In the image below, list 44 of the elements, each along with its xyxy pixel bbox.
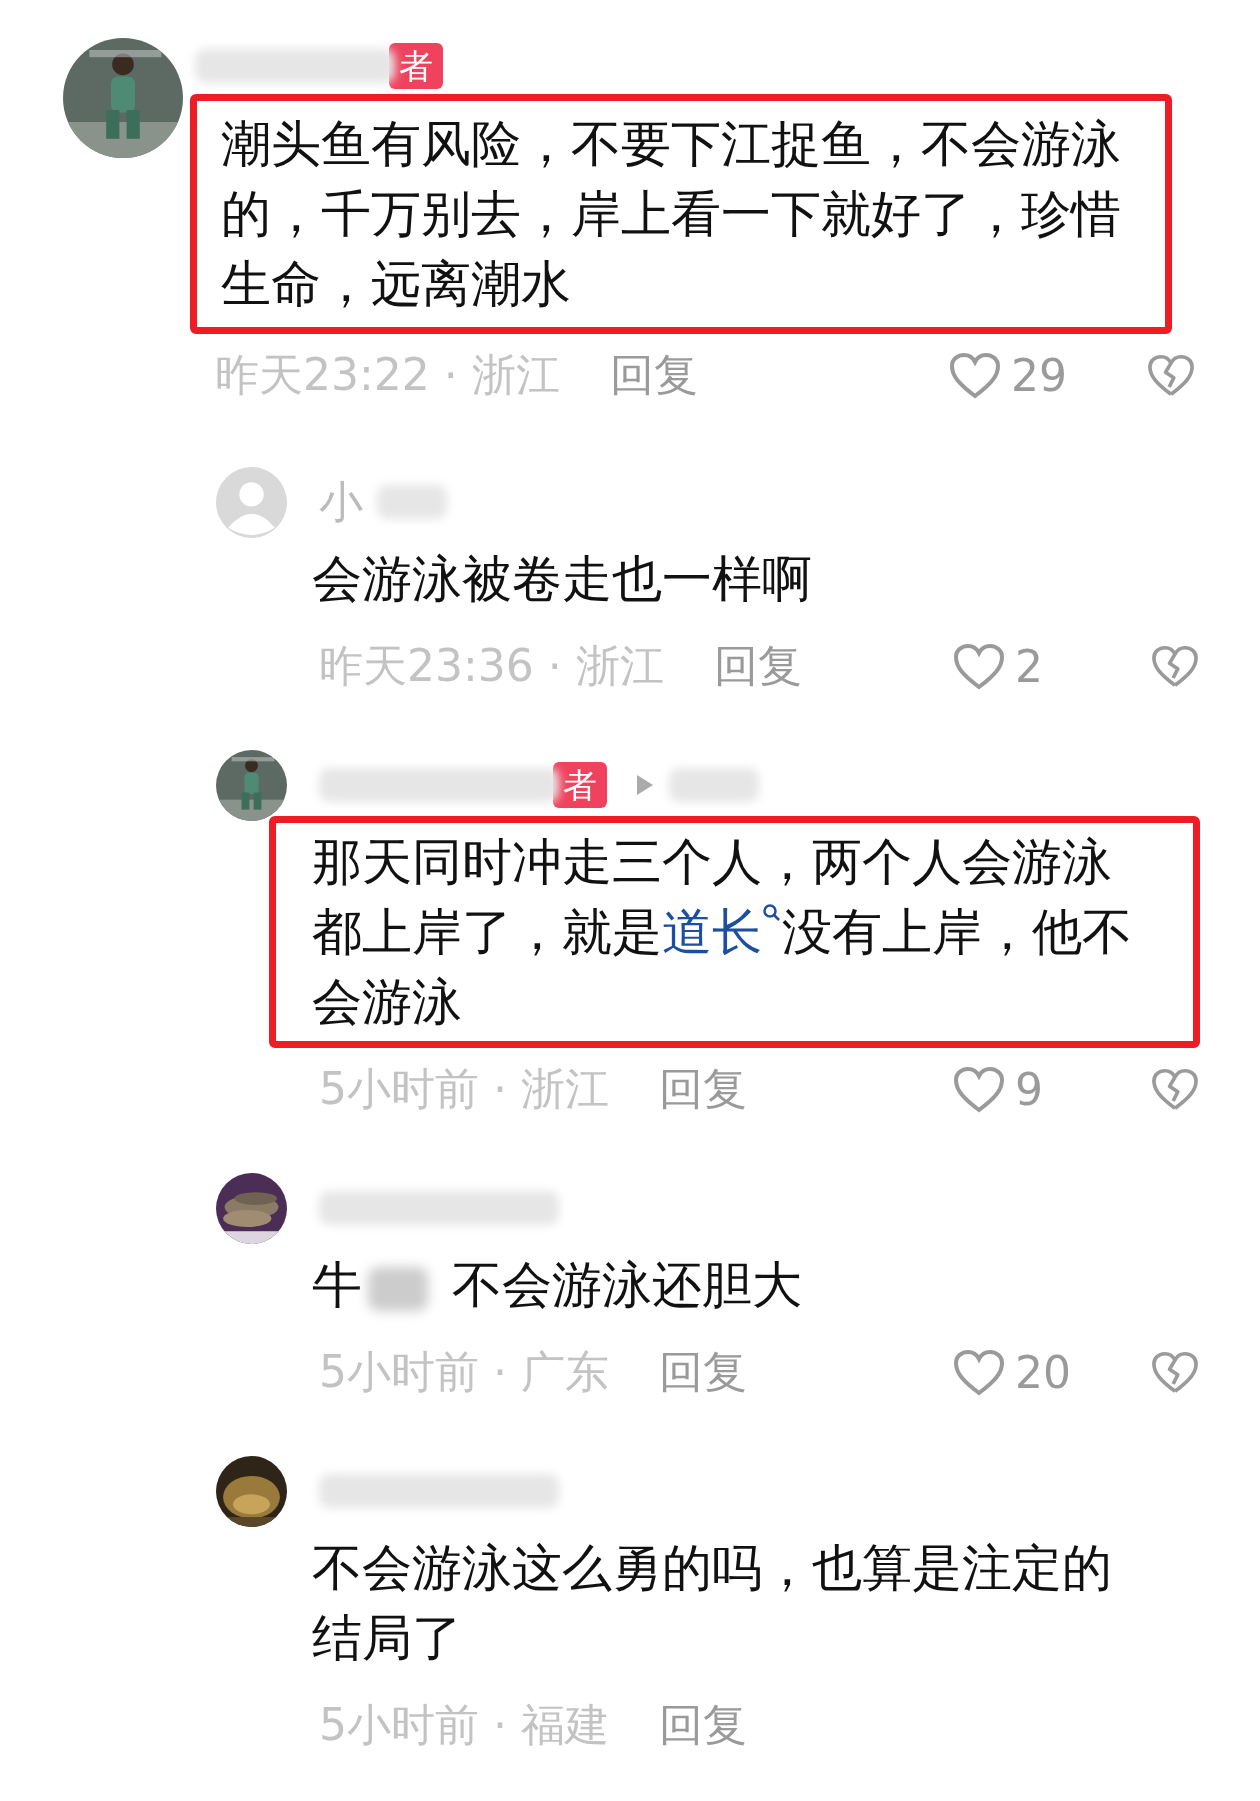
comment-text: 潮头鱼有风险，不要下江捉鱼，不会游泳的，千万别去，岸上看一下就好了，珍惜生命，远离潮水 — [221, 114, 1122, 315]
broken-heart-icon[interactable] — [1151, 644, 1199, 689]
comment-region: 福建 — [521, 1698, 609, 1752]
like-count: 2 — [1015, 641, 1044, 692]
avatar-icon — [216, 467, 287, 538]
comment-time: 5小时前 — [319, 1062, 479, 1116]
author-badge: 者 — [389, 43, 443, 89]
reply-link[interactable]: 回复 — [659, 1060, 747, 1119]
separator-dot: · — [493, 1064, 507, 1115]
comment-text: 不会游泳这么勇的吗，也算是注定的结局了 — [312, 1538, 1113, 1669]
separator-dot: · — [493, 1347, 507, 1398]
like-count: 20 — [1015, 1347, 1071, 1398]
reply-link[interactable]: 回复 — [713, 637, 802, 696]
separator-dot: · — [493, 1700, 507, 1751]
separator-dot: · — [443, 350, 458, 401]
keyword-link[interactable]: 道长 — [662, 903, 782, 961]
comment-region: 浙江 — [575, 639, 664, 693]
heart-icon[interactable] — [953, 1348, 1005, 1397]
like-count: 9 — [1015, 1064, 1044, 1115]
broken-heart-icon[interactable] — [1147, 353, 1195, 398]
comment-text: 那天同时冲走三个人，两个人会游泳都上岸了，就是道长 没有上岸，他不会游泳 — [312, 832, 1133, 1033]
comment-time: 5小时前 — [319, 1698, 479, 1752]
reply-link[interactable]: 回复 — [659, 1343, 747, 1402]
heart-icon[interactable] — [949, 351, 1001, 400]
comment-region: 广东 — [521, 1345, 609, 1399]
author-badge: 者 — [553, 762, 607, 808]
play-arrow-icon — [635, 773, 655, 797]
heart-icon[interactable] — [953, 1065, 1005, 1114]
reply-link[interactable]: 回复 — [609, 346, 698, 405]
comment-text: 会游泳被卷走也一样啊 — [312, 549, 813, 610]
username: 小 — [319, 474, 363, 529]
comment-text: 牛 不会游泳还胆大 — [312, 1255, 803, 1316]
like-count: 29 — [1011, 350, 1067, 401]
comment-time: 昨天23:36 — [319, 639, 534, 693]
broken-heart-icon[interactable] — [1151, 1350, 1199, 1395]
heart-icon[interactable] — [953, 642, 1005, 691]
separator-dot: · — [547, 641, 562, 692]
comment-region: 浙江 — [471, 348, 560, 402]
comment-time: 昨天23:22 — [215, 348, 430, 402]
reply-link[interactable]: 回复 — [659, 1696, 747, 1755]
comment-region: 浙江 — [521, 1062, 609, 1116]
broken-heart-icon[interactable] — [1151, 1067, 1199, 1112]
comment-time: 5小时前 — [319, 1345, 479, 1399]
blurred-text — [368, 1266, 428, 1311]
